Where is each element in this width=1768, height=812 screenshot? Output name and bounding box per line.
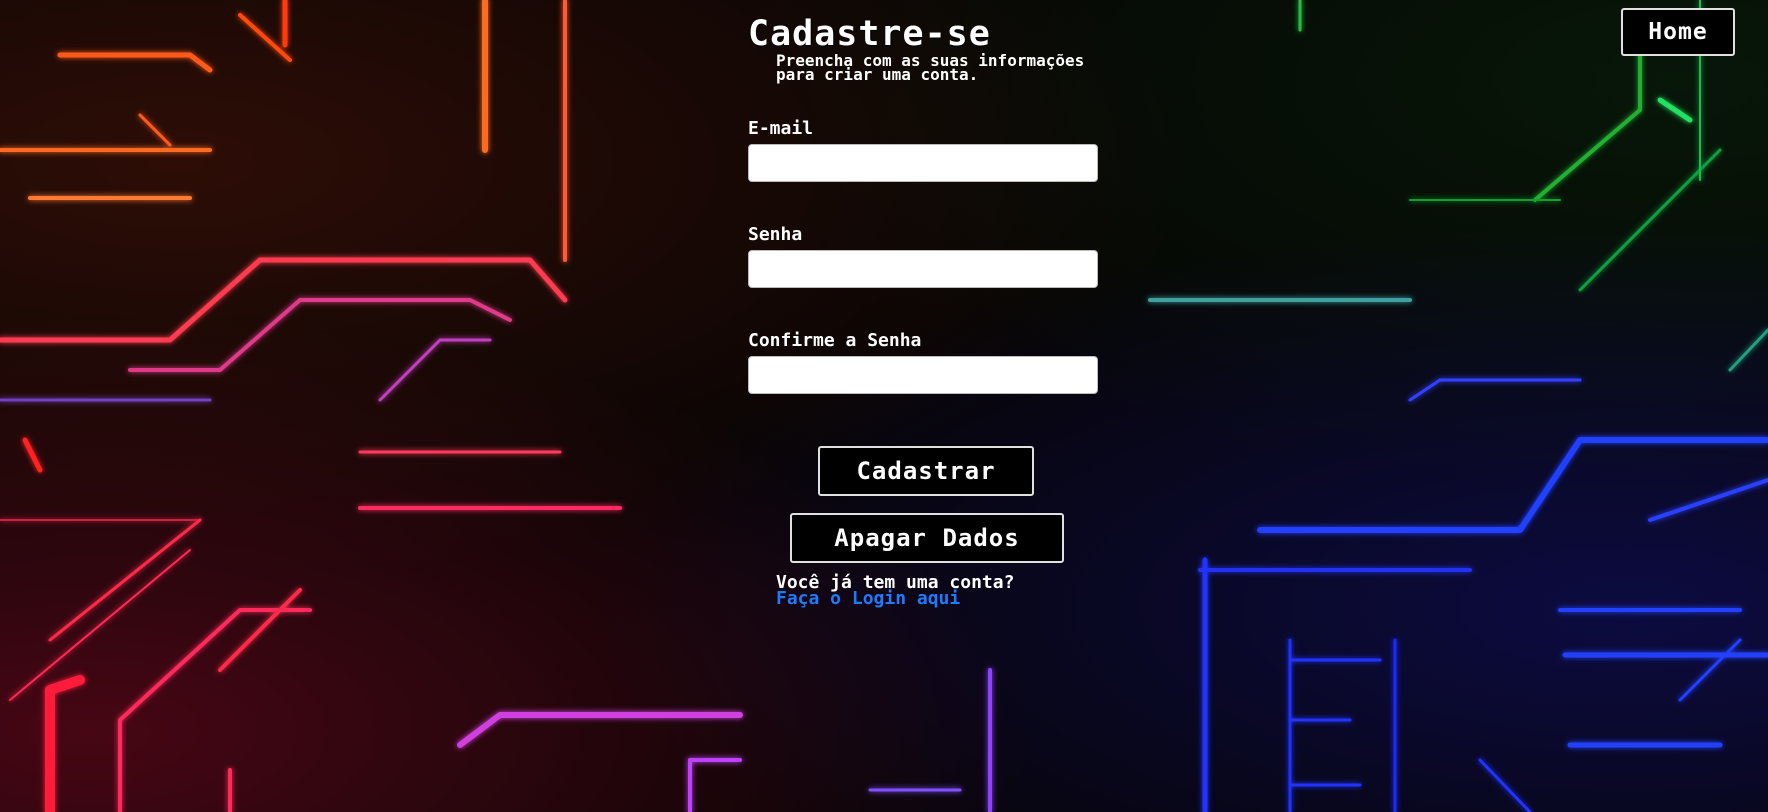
register-button[interactable]: Cadastrar <box>818 446 1034 496</box>
signup-form: Cadastre-se Preencha com as suas informa… <box>748 14 1208 608</box>
page-title: Cadastre-se <box>748 14 991 54</box>
page-subtitle: Preencha com as suas informações para cr… <box>776 51 1085 84</box>
page-background: Home Cadastre-se Preencha com as suas in… <box>0 0 1768 812</box>
clear-data-button[interactable]: Apagar Dados <box>790 513 1064 563</box>
password-label: Senha <box>748 224 803 245</box>
home-button[interactable]: Home <box>1621 8 1735 56</box>
confirm-password-field-group: Confirme a Senha <box>748 330 1100 394</box>
email-label: E-mail <box>748 118 814 139</box>
confirm-password-label: Confirme a Senha <box>748 330 922 351</box>
email-field-group: E-mail <box>748 118 1100 182</box>
confirm-password-input[interactable] <box>748 356 1098 394</box>
password-field-group: Senha <box>748 224 1100 288</box>
email-input[interactable] <box>748 144 1098 182</box>
password-input[interactable] <box>748 250 1098 288</box>
login-prompt: Você já tem uma conta? Faça o Login aqui <box>776 574 1176 608</box>
